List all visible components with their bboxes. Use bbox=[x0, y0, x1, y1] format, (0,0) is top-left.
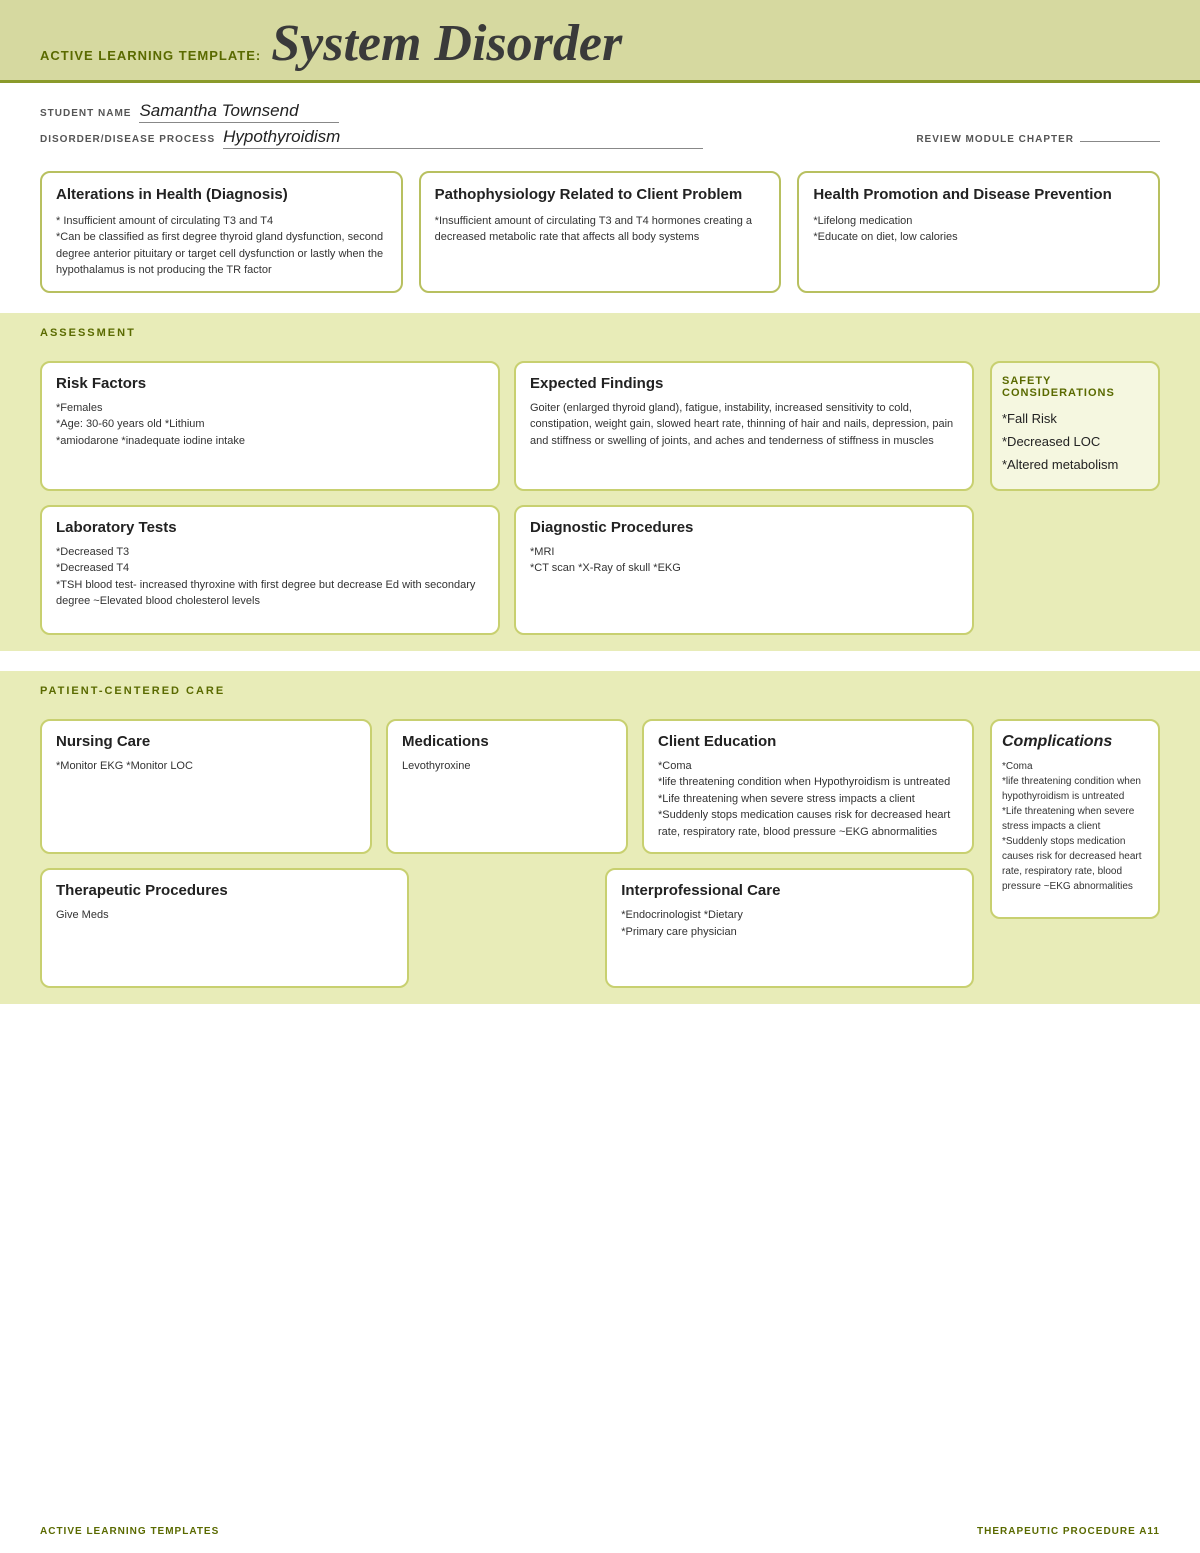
patient-section: PATIENT-CENTERED CARE Nursing Care *Moni… bbox=[40, 685, 1160, 989]
footer-left: ACTIVE LEARNING TEMPLATES bbox=[40, 1526, 219, 1537]
risk-factors-content: *Females *Age: 30-60 years old *Lithium … bbox=[56, 400, 484, 450]
patient-sidebar: Complications *Coma *life threatening co… bbox=[990, 719, 1160, 989]
interprofessional-care-title: Interprofessional Care bbox=[621, 882, 958, 899]
expected-findings-content: Goiter (enlarged thyroid gland), fatigue… bbox=[530, 400, 958, 450]
student-info: STUDENT NAME Samantha Townsend DISORDER/… bbox=[40, 101, 1160, 149]
pathophysiology-title: Pathophysiology Related to Client Proble… bbox=[435, 185, 766, 205]
assessment-sidebar: SAFETY CONSIDERATIONS *Fall Risk *Decrea… bbox=[990, 361, 1160, 635]
assessment-section-bg: ASSESSMENT Risk Factors *Females *Age: 3… bbox=[0, 313, 1200, 651]
health-promotion-title: Health Promotion and Disease Prevention bbox=[813, 185, 1144, 205]
disorder-row: DISORDER/DISEASE PROCESS Hypothyroidism … bbox=[40, 127, 1160, 149]
patient-layout: Nursing Care *Monitor EKG *Monitor LOC M… bbox=[40, 719, 1160, 989]
health-promotion-box: Health Promotion and Disease Prevention … bbox=[797, 171, 1160, 293]
client-education-box: Client Education *Coma *life threatening… bbox=[642, 719, 974, 855]
patient-section-bg: PATIENT-CENTERED CARE Nursing Care *Moni… bbox=[0, 671, 1200, 1005]
nursing-care-box: Nursing Care *Monitor EKG *Monitor LOC bbox=[40, 719, 372, 855]
diagnostic-procedures-content: *MRI *CT scan *X-Ray of skull *EKG bbox=[530, 544, 958, 577]
top-section: Alterations in Health (Diagnosis) * Insu… bbox=[40, 171, 1160, 293]
patient-row1: Nursing Care *Monitor EKG *Monitor LOC M… bbox=[40, 719, 974, 855]
disorder-label: DISORDER/DISEASE PROCESS bbox=[40, 134, 215, 145]
patient-label: PATIENT-CENTERED CARE bbox=[40, 685, 1160, 697]
therapeutic-procedures-box: Therapeutic Procedures Give Meds bbox=[40, 868, 409, 988]
spacer bbox=[423, 868, 591, 988]
expected-findings-title: Expected Findings bbox=[530, 375, 958, 392]
therapeutic-procedures-content: Give Meds bbox=[56, 907, 393, 924]
student-name-value: Samantha Townsend bbox=[139, 101, 339, 123]
assessment-main: Risk Factors *Females *Age: 30-60 years … bbox=[40, 361, 974, 635]
complications-content: *Coma *life threatening condition when h… bbox=[1002, 759, 1148, 894]
header-title: System Disorder bbox=[271, 18, 622, 70]
interprofessional-care-box: Interprofessional Care *Endocrinologist … bbox=[605, 868, 974, 988]
patient-row2: Therapeutic Procedures Give Meds Interpr… bbox=[40, 868, 974, 988]
assessment-row1: Risk Factors *Females *Age: 30-60 years … bbox=[40, 361, 974, 491]
diagnostic-procedures-box: Diagnostic Procedures *MRI *CT scan *X-R… bbox=[514, 505, 974, 635]
complications-box: Complications *Coma *life threatening co… bbox=[990, 719, 1160, 919]
expected-findings-box: Expected Findings Goiter (enlarged thyro… bbox=[514, 361, 974, 491]
laboratory-tests-title: Laboratory Tests bbox=[56, 519, 484, 536]
assessment-layout: Risk Factors *Females *Age: 30-60 years … bbox=[40, 361, 1160, 635]
review-module-label: REVIEW MODULE CHAPTER bbox=[916, 134, 1074, 145]
assessment-label: ASSESSMENT bbox=[40, 327, 1160, 339]
complications-title: Complications bbox=[1002, 733, 1148, 751]
review-module: REVIEW MODULE CHAPTER bbox=[916, 134, 1160, 145]
laboratory-tests-box: Laboratory Tests *Decreased T3 *Decrease… bbox=[40, 505, 500, 635]
safety-box: SAFETY CONSIDERATIONS *Fall Risk *Decrea… bbox=[990, 361, 1160, 491]
footer-right: THERAPEUTIC PROCEDURE A11 bbox=[977, 1526, 1160, 1537]
medications-title: Medications bbox=[402, 733, 612, 750]
risk-factors-box: Risk Factors *Females *Age: 30-60 years … bbox=[40, 361, 500, 491]
assessment-row2: Laboratory Tests *Decreased T3 *Decrease… bbox=[40, 505, 974, 635]
medications-box: Medications Levothyroxine bbox=[386, 719, 628, 855]
student-name-row: STUDENT NAME Samantha Townsend bbox=[40, 101, 1160, 123]
client-education-content: *Coma *life threatening condition when H… bbox=[658, 758, 958, 841]
review-module-value bbox=[1080, 141, 1160, 142]
nursing-care-content: *Monitor EKG *Monitor LOC bbox=[56, 758, 356, 775]
client-education-title: Client Education bbox=[658, 733, 958, 750]
laboratory-tests-content: *Decreased T3 *Decreased T4 *TSH blood t… bbox=[56, 544, 484, 610]
medications-content: Levothyroxine bbox=[402, 758, 612, 775]
patient-main: Nursing Care *Monitor EKG *Monitor LOC M… bbox=[40, 719, 974, 989]
disorder-value: Hypothyroidism bbox=[223, 127, 703, 149]
alterations-title: Alterations in Health (Diagnosis) bbox=[56, 185, 387, 205]
nursing-care-title: Nursing Care bbox=[56, 733, 356, 750]
interprofessional-care-content: *Endocrinologist *Dietary *Primary care … bbox=[621, 907, 958, 940]
safety-title: SAFETY CONSIDERATIONS bbox=[1002, 375, 1148, 399]
therapeutic-procedures-title: Therapeutic Procedures bbox=[56, 882, 393, 899]
health-promotion-content: *Lifelong medication *Educate on diet, l… bbox=[813, 213, 1144, 246]
assessment-section: ASSESSMENT Risk Factors *Females *Age: 3… bbox=[40, 327, 1160, 635]
diagnostic-procedures-title: Diagnostic Procedures bbox=[530, 519, 958, 536]
risk-factors-title: Risk Factors bbox=[56, 375, 484, 392]
alterations-content: * Insufficient amount of circulating T3 … bbox=[56, 213, 387, 279]
pathophysiology-box: Pathophysiology Related to Client Proble… bbox=[419, 171, 782, 293]
safety-content: *Fall Risk *Decreased LOC *Altered metab… bbox=[1002, 407, 1148, 477]
footer: ACTIVE LEARNING TEMPLATES THERAPEUTIC PR… bbox=[40, 1526, 1160, 1537]
header: ACTIVE LEARNING TEMPLATE: System Disorde… bbox=[0, 0, 1200, 83]
pathophysiology-content: *Insufficient amount of circulating T3 a… bbox=[435, 213, 766, 246]
alterations-box: Alterations in Health (Diagnosis) * Insu… bbox=[40, 171, 403, 293]
header-prefix: ACTIVE LEARNING TEMPLATE: bbox=[40, 48, 261, 63]
student-name-label: STUDENT NAME bbox=[40, 108, 131, 119]
